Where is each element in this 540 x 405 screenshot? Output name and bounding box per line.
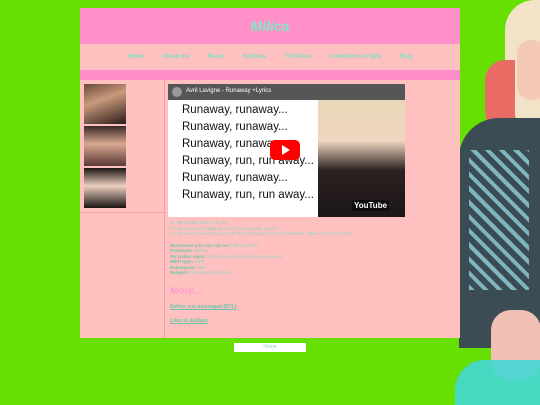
photo-thumbnail xyxy=(84,168,126,208)
nav-tv-series[interactable]: TV/Series xyxy=(284,54,311,60)
fact-value: Gemini sun, Scorpio rising, Leo moon xyxy=(207,253,283,259)
lyric-line: Runaway, run, run away... xyxy=(182,189,314,201)
nav-about-me[interactable]: About me xyxy=(162,54,190,60)
nav-home[interactable]: Home xyxy=(127,54,144,60)
video-embed[interactable]: Runaway, runaway... Runaway, runaway... … xyxy=(168,84,405,217)
nav-hobbies[interactable]: Hobbies xyxy=(242,54,266,60)
fact-label: Pronouns: xyxy=(170,248,193,253)
fact-row: Religion: Christian (Orthodox) xyxy=(170,270,455,276)
fact-label: Nicknames you can call me: xyxy=(170,242,231,248)
main-nav: Home About me Music Hobbies TV/Series Co… xyxy=(80,47,460,67)
video-title[interactable]: Avril Lavigne - Runaway +Lyrics xyxy=(186,88,271,94)
site-title: Milica xyxy=(250,18,290,34)
fact-label: MBTI type: xyxy=(170,259,193,264)
home-button[interactable]: Home xyxy=(234,343,306,352)
video-title-bar: Avril Lavigne - Runaway +Lyrics xyxy=(168,84,405,100)
nav-collections-of-gifs[interactable]: Collections of gifs xyxy=(330,54,382,60)
fact-value: Mili and Mica xyxy=(231,242,258,248)
photo-thumbnail xyxy=(84,84,126,124)
left-column xyxy=(80,80,165,338)
channel-avatar[interactable] xyxy=(172,87,182,97)
main-content: Runaway, runaway... Runaway, runaway... … xyxy=(80,80,460,338)
intro-text: Hi! My name's Milica. I'm 16. I'm the ow… xyxy=(170,220,455,276)
side-photo xyxy=(455,0,540,405)
fact-value: 4w5 xyxy=(197,264,206,270)
before-you-message-link[interactable]: Before you messaged (RTL) xyxy=(170,304,236,310)
nav-music[interactable]: Music xyxy=(207,54,224,60)
nav-blog[interactable]: Blog xyxy=(400,54,413,60)
divider xyxy=(80,212,164,213)
lyric-line: Runaway, runaway... xyxy=(182,121,288,133)
fact-label: My zodiac signs: xyxy=(170,253,207,259)
fact-value: Christian (Orthodox) xyxy=(190,270,232,275)
fact-value: INFP xyxy=(194,259,205,264)
sub-bar xyxy=(80,70,460,80)
fact-label: Religion: xyxy=(170,270,190,275)
likes-dislikes-link[interactable]: Likes & dislikes xyxy=(170,318,208,324)
lyric-line: Runaway, runaway... xyxy=(182,104,288,116)
more-heading: More... xyxy=(170,286,203,297)
fact-value: she/her xyxy=(193,248,209,253)
site-header: Milica xyxy=(80,8,460,44)
youtube-logo[interactable]: YouTube xyxy=(352,200,390,211)
fact-label: Enneagram: xyxy=(170,264,197,270)
play-button-icon[interactable] xyxy=(270,140,300,160)
page-container: Milica Home About me Music Hobbies TV/Se… xyxy=(80,8,460,338)
photo-thumbnail xyxy=(84,126,126,166)
lyric-line: Runaway, runaway... xyxy=(182,172,288,184)
